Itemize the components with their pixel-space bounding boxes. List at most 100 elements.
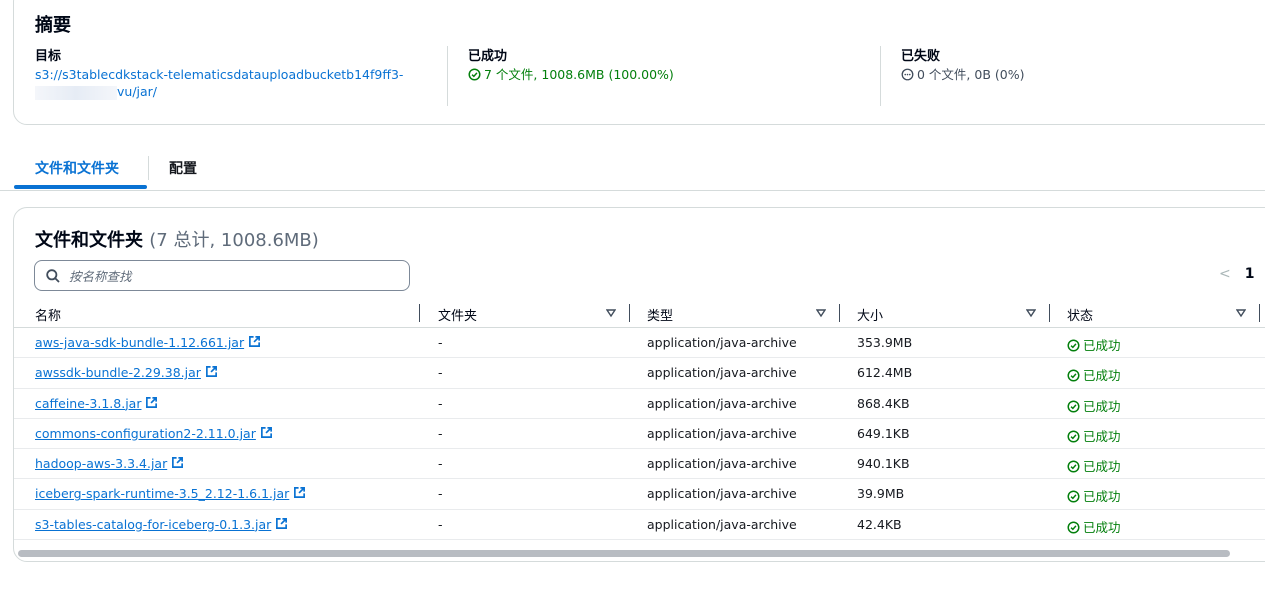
status-text: 已成功 xyxy=(1083,519,1121,535)
summary-failed: 已失败 0 个文件, 0B (0%) xyxy=(901,49,1024,83)
tab-files-and-folders[interactable]: 文件和文件夹 xyxy=(35,158,119,178)
redacted-region xyxy=(35,85,117,100)
status-text: 已成功 xyxy=(1083,398,1121,414)
type-cell: application/java-archive xyxy=(647,365,797,381)
succeeded-value: 7 个文件, 1008.6MB (100.00%) xyxy=(484,67,674,82)
status-cell: 已成功 xyxy=(1067,365,1121,384)
file-link[interactable]: caffeine-3.1.8.jar xyxy=(35,396,141,411)
failed-value: 0 个文件, 0B (0%) xyxy=(917,67,1025,82)
status-cell: 已成功 xyxy=(1067,486,1121,505)
column-resizer[interactable] xyxy=(419,304,420,322)
type-cell: application/java-archive xyxy=(647,425,797,441)
files-title: 文件和文件夹 xyxy=(35,230,143,251)
external-link-icon[interactable] xyxy=(205,365,218,378)
status-text: 已成功 xyxy=(1083,428,1121,444)
file-link[interactable]: s3-tables-catalog-for-iceberg-0.1.3.jar xyxy=(35,517,271,532)
sort-caret-icon[interactable] xyxy=(1026,308,1036,318)
pagination: <1 xyxy=(1219,266,1254,282)
status-cell: 已成功 xyxy=(1067,426,1121,445)
size-cell: 39.9MB xyxy=(857,486,905,502)
search-field[interactable] xyxy=(34,260,410,291)
file-name-cell: s3-tables-catalog-for-iceberg-0.1.3.jar xyxy=(35,517,288,532)
succeeded-value-wrap: 7 个文件, 1008.6MB (100.00%) xyxy=(468,66,674,83)
file-link[interactable]: hadoop-aws-3.3.4.jar xyxy=(35,456,167,471)
divider xyxy=(880,46,881,106)
status-cell: 已成功 xyxy=(1067,396,1121,415)
size-cell: 612.4MB xyxy=(857,365,913,381)
size-cell: 353.9MB xyxy=(857,335,913,350)
size-cell: 649.1KB xyxy=(857,425,910,441)
file-link[interactable]: commons-configuration2-2.11.0.jar xyxy=(35,426,256,441)
sort-caret-icon[interactable] xyxy=(606,308,616,318)
pagination-page-1[interactable]: 1 xyxy=(1245,266,1255,282)
size-cell: 940.1KB xyxy=(857,456,910,472)
table-row: s3-tables-catalog-for-iceberg-0.1.3.jar … xyxy=(14,510,1265,541)
file-link[interactable]: iceberg-spark-runtime-3.5_2.12-1.6.1.jar xyxy=(35,486,289,501)
status-text: 已成功 xyxy=(1083,489,1121,505)
status-cell: 已成功 xyxy=(1067,517,1121,536)
column-resizer[interactable] xyxy=(1259,304,1260,322)
target-label: 目标 xyxy=(35,49,62,64)
external-link-icon[interactable] xyxy=(145,396,158,409)
tab-bar: 文件和文件夹 配置 xyxy=(0,150,1265,191)
folder-cell: - xyxy=(438,335,443,350)
table-body: aws-java-sdk-bundle-1.12.661.jar - appli… xyxy=(14,328,1265,541)
type-cell: application/java-archive xyxy=(647,456,797,472)
external-link-icon[interactable] xyxy=(171,456,184,469)
tab-separator xyxy=(148,156,149,180)
target-link[interactable]: s3://s3tablecdkstack-telematicsdatauploa… xyxy=(35,66,403,100)
folder-cell: - xyxy=(438,425,443,441)
size-cell: 42.4KB xyxy=(857,516,902,532)
table-row: caffeine-3.1.8.jar - application/java-ar… xyxy=(14,389,1265,419)
type-cell: application/java-archive xyxy=(647,335,797,350)
type-cell: application/java-archive xyxy=(647,486,797,502)
column-header-status[interactable]: 状态 xyxy=(1067,305,1093,324)
files-table: 名称 文件夹 类型 大小 状态 aws-java-sdk-bundle-1.12… xyxy=(14,300,1265,541)
table-row: hadoop-aws-3.3.4.jar - application/java-… xyxy=(14,449,1265,480)
external-link-icon[interactable] xyxy=(248,335,261,348)
external-link-icon[interactable] xyxy=(293,486,306,499)
pagination-prev-button[interactable]: < xyxy=(1219,266,1231,282)
column-resizer[interactable] xyxy=(839,304,840,322)
column-header-type[interactable]: 类型 xyxy=(647,305,673,324)
table-row: commons-configuration2-2.11.0.jar - appl… xyxy=(14,419,1265,450)
sort-caret-icon[interactable] xyxy=(1236,308,1246,318)
column-header-folder[interactable]: 文件夹 xyxy=(438,305,477,324)
folder-cell: - xyxy=(438,516,443,532)
status-text: 已成功 xyxy=(1083,338,1121,353)
file-link[interactable]: awssdk-bundle-2.29.38.jar xyxy=(35,365,201,380)
target-path-line1[interactable]: s3://s3tablecdkstack-telematicsdatauploa… xyxy=(35,66,403,83)
succeeded-label: 已成功 xyxy=(468,49,508,64)
summary-succeeded: 已成功 7 个文件, 1008.6MB (100.00%) xyxy=(468,49,674,83)
summary-target: 目标 s3://s3tablecdkstack-telematicsdataup… xyxy=(35,49,403,100)
external-link-icon[interactable] xyxy=(260,426,273,439)
summary-title: 摘要 xyxy=(35,15,71,36)
external-link-icon[interactable] xyxy=(275,517,288,530)
type-cell: application/java-archive xyxy=(647,395,797,411)
column-resizer[interactable] xyxy=(1049,304,1050,322)
success-check-icon xyxy=(468,68,481,81)
success-check-icon xyxy=(1067,339,1080,352)
type-cell: application/java-archive xyxy=(647,516,797,532)
folder-cell: - xyxy=(438,456,443,472)
column-resizer[interactable] xyxy=(629,304,630,322)
column-header-name[interactable]: 名称 xyxy=(35,305,61,324)
table-row: iceberg-spark-runtime-3.5_2.12-1.6.1.jar… xyxy=(14,479,1265,510)
file-name-cell: caffeine-3.1.8.jar xyxy=(35,396,158,411)
success-check-icon xyxy=(1067,400,1080,413)
status-cell: 已成功 xyxy=(1067,335,1121,354)
horizontal-scrollbar[interactable] xyxy=(18,550,1230,557)
target-path-line2[interactable]: vu/jar/ xyxy=(117,84,157,99)
files-title-wrap: 文件和文件夹 (7 总计, 1008.6MB) xyxy=(35,226,319,252)
active-tab-indicator xyxy=(14,185,147,189)
failed-label: 已失败 xyxy=(901,49,941,64)
file-name-cell: aws-java-sdk-bundle-1.12.661.jar xyxy=(35,335,261,350)
summary-panel: 摘要 目标 s3://s3tablecdkstack-telematicsdat… xyxy=(13,0,1265,125)
folder-cell: - xyxy=(438,395,443,411)
file-link[interactable]: aws-java-sdk-bundle-1.12.661.jar xyxy=(35,335,244,350)
search-input[interactable] xyxy=(69,265,399,287)
tab-configuration[interactable]: 配置 xyxy=(169,158,197,178)
status-text: 已成功 xyxy=(1083,368,1121,384)
sort-caret-icon[interactable] xyxy=(816,308,826,318)
column-header-size[interactable]: 大小 xyxy=(857,305,883,324)
